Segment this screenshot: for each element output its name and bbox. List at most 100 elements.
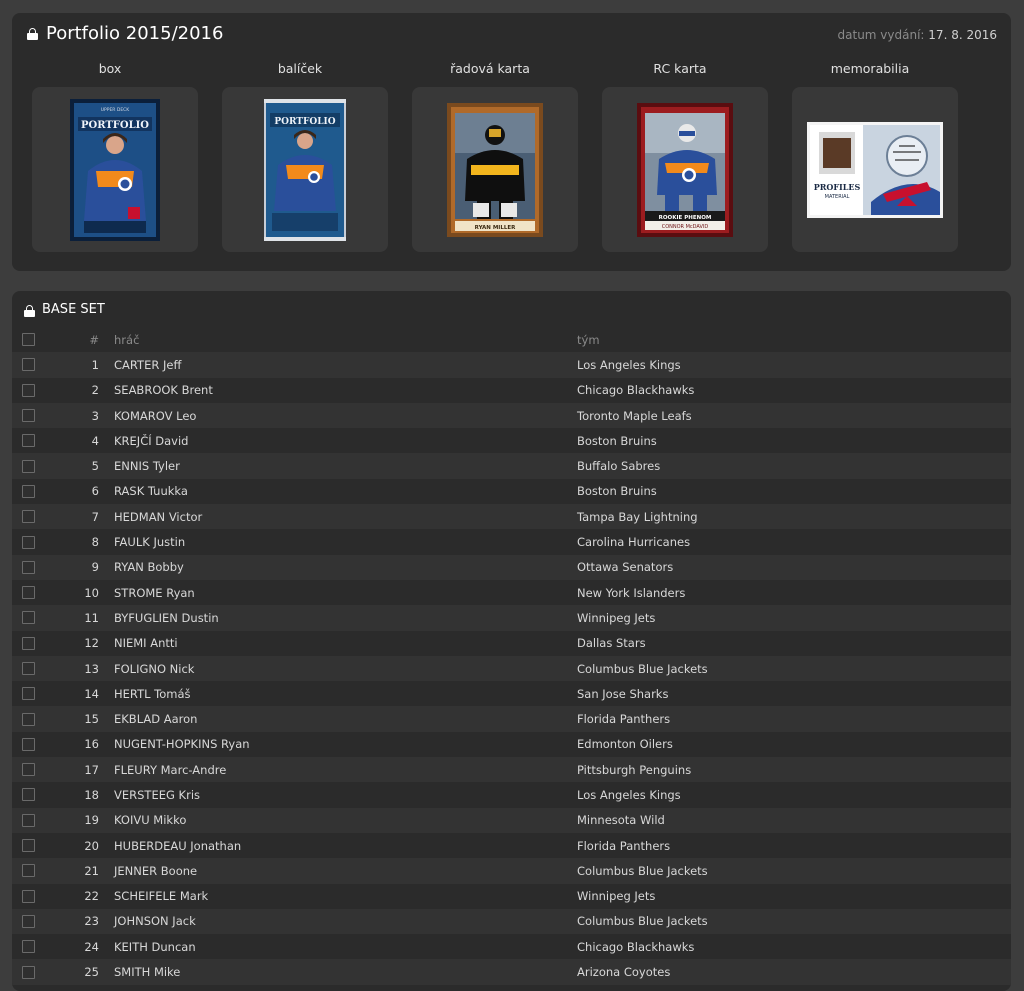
table-row[interactable]: 23 JOHNSON Jack Columbus Blue Jackets xyxy=(12,908,1011,935)
row-checkbox[interactable] xyxy=(22,813,35,827)
row-checkbox[interactable] xyxy=(22,409,35,423)
table-row[interactable]: 21 JENNER Boone Columbus Blue Jackets xyxy=(12,858,1011,884)
team-name: Dallas Stars xyxy=(577,636,646,651)
team-name: Pittsburgh Penguins xyxy=(577,762,692,777)
card-number: 9 xyxy=(91,560,99,575)
card-number: 25 xyxy=(84,965,99,980)
row-checkbox[interactable] xyxy=(22,459,35,473)
team-name: Carolina Hurricanes xyxy=(577,535,691,550)
row-checkbox[interactable] xyxy=(22,510,35,524)
set-header-panel: Portfolio 2015/2016 datum vydání: 17. 8.… xyxy=(12,13,1011,271)
table-row[interactable]: 4 KREJČÍ David Boston Bruins xyxy=(12,428,1011,454)
player-name: HEDMAN Victor xyxy=(114,509,203,524)
card-number: 6 xyxy=(91,484,99,499)
row-checkbox[interactable] xyxy=(22,889,35,903)
row-checkbox[interactable] xyxy=(22,636,35,650)
player-name: FAULK Justin xyxy=(114,535,186,550)
table-row[interactable]: 14 HERTL Tomáš San Jose Sharks xyxy=(12,681,1011,707)
table-row[interactable]: 8 FAULK Justin Carolina Hurricanes xyxy=(12,529,1011,555)
table-row[interactable]: 25 SMITH Mike Arizona Coyotes xyxy=(12,959,1011,985)
card-number: 16 xyxy=(84,737,99,752)
table-row[interactable]: 12 NIEMI Antti Dallas Stars xyxy=(12,630,1011,656)
table-row[interactable]: 6 RASK Tuukka Boston Bruins xyxy=(12,478,1011,505)
base-card-image-tile[interactable]: RYAN MILLER xyxy=(412,87,578,252)
player-name: ENNIS Tyler xyxy=(114,459,180,474)
card-number: 24 xyxy=(84,939,99,954)
svg-text:RYAN MILLER: RYAN MILLER xyxy=(475,225,516,231)
player-name: HERTL Tomáš xyxy=(114,686,191,701)
row-checkbox[interactable] xyxy=(22,383,35,397)
row-checkbox[interactable] xyxy=(22,434,35,448)
table-row[interactable]: 16 NUGENT-HOPKINS Ryan Edmonton Oilers xyxy=(12,731,1011,758)
memorabilia-image-tile[interactable]: PROFILES MATERIAL xyxy=(792,87,958,252)
svg-text:ROOKIE PHENOM: ROOKIE PHENOM xyxy=(659,215,712,221)
card-number: 2 xyxy=(91,383,99,398)
table-row[interactable]: 13 FOLIGNO Nick Columbus Blue Jackets xyxy=(12,655,1011,682)
team-name: Arizona Coyotes xyxy=(577,965,671,980)
card-number: 12 xyxy=(84,636,99,651)
table-row[interactable]: 24 KEITH Duncan Chicago Blackhawks xyxy=(12,934,1011,960)
row-checkbox[interactable] xyxy=(22,737,35,751)
table-row[interactable]: 18 VERSTEEG Kris Los Angeles Kings xyxy=(12,782,1011,808)
table-row[interactable]: 9 RYAN Bobby Ottawa Senators xyxy=(12,554,1011,580)
row-checkbox[interactable] xyxy=(22,914,35,928)
table-row[interactable]: 1 CARTER Jeff Los Angeles Kings xyxy=(12,352,1011,378)
table-row[interactable]: 2 SEABROOK Brent Chicago Blackhawks xyxy=(12,377,1011,403)
table-row[interactable]: 11 BYFUGLIEN Dustin Winnipeg Jets xyxy=(12,605,1011,631)
row-checkbox[interactable] xyxy=(22,864,35,878)
table-row[interactable]: 22 SCHEIFELE Mark Winnipeg Jets xyxy=(12,883,1011,909)
table-row[interactable]: 5 ENNIS Tyler Buffalo Sabres xyxy=(12,453,1011,479)
player-name: RASK Tuukka xyxy=(114,484,188,499)
table-row[interactable]: 7 HEDMAN Victor Tampa Bay Lightning xyxy=(12,504,1011,530)
svg-text:CONNOR McDAVID: CONNOR McDAVID xyxy=(662,224,709,230)
release-info: datum vydání: 17. 8. 2016 xyxy=(838,28,997,42)
category-label-base-card: řadová karta xyxy=(450,61,530,76)
svg-text:PORTFOLIO: PORTFOLIO xyxy=(274,117,335,127)
pack-image-tile[interactable]: PORTFOLIO xyxy=(222,87,388,252)
team-name: Chicago Blackhawks xyxy=(577,939,695,954)
base-card-image: RYAN MILLER xyxy=(447,102,543,237)
player-name: JENNER Boone xyxy=(114,863,198,878)
card-number: 18 xyxy=(84,787,99,802)
table-row[interactable]: 15 EKBLAD Aaron Florida Panthers xyxy=(12,706,1011,732)
player-name: RYAN Bobby xyxy=(114,560,184,575)
column-header-player: hráč xyxy=(114,332,140,347)
team-name: Minnesota Wild xyxy=(577,813,665,828)
player-name: JOHNSON Jack xyxy=(114,914,196,929)
card-number: 19 xyxy=(84,813,99,828)
row-checkbox[interactable] xyxy=(22,484,35,498)
player-name: STROME Ryan xyxy=(114,585,195,600)
row-checkbox[interactable] xyxy=(22,687,35,701)
row-checkbox[interactable] xyxy=(22,560,35,574)
row-checkbox[interactable] xyxy=(22,712,35,726)
card-number: 22 xyxy=(84,889,99,904)
row-checkbox[interactable] xyxy=(22,535,35,549)
row-checkbox[interactable] xyxy=(22,839,35,853)
team-name: Tampa Bay Lightning xyxy=(577,509,698,524)
row-checkbox[interactable] xyxy=(22,965,35,979)
row-checkbox[interactable] xyxy=(22,763,35,777)
hobby-box-image: UPPER DECK PORTFOLIO xyxy=(70,98,160,241)
select-all-checkbox[interactable] xyxy=(22,333,35,347)
table-row[interactable]: 3 KOMAROV Leo Toronto Maple Leafs xyxy=(12,402,1011,429)
row-checkbox[interactable] xyxy=(22,586,35,600)
memorabilia-card-image: PROFILES MATERIAL xyxy=(807,121,943,218)
row-checkbox[interactable] xyxy=(22,662,35,675)
table-row[interactable]: 19 KOIVU Mikko Minnesota Wild xyxy=(12,807,1011,833)
table-row[interactable]: 17 FLEURY Marc-Andre Pittsburgh Penguins xyxy=(12,757,1011,783)
team-name: Edmonton Oilers xyxy=(577,737,673,752)
row-checkbox[interactable] xyxy=(22,940,35,954)
player-name: EKBLAD Aaron xyxy=(114,712,198,727)
table-row[interactable]: 20 HUBERDEAU Jonathan Florida Panthers xyxy=(12,832,1011,859)
team-name: Los Angeles Kings xyxy=(577,787,681,802)
player-name: BYFUGLIEN Dustin xyxy=(114,610,219,625)
row-checkbox[interactable] xyxy=(22,611,35,625)
row-checkbox[interactable] xyxy=(22,358,35,372)
row-checkbox[interactable] xyxy=(22,788,35,802)
box-image-tile[interactable]: UPPER DECK PORTFOLIO xyxy=(32,87,198,252)
rc-card-image: ROOKIE PHENOM CONNOR McDAVID xyxy=(637,102,733,237)
player-name: KOMAROV Leo xyxy=(114,408,197,423)
table-row[interactable]: 10 STROME Ryan New York Islanders xyxy=(12,579,1011,606)
rc-card-image-tile[interactable]: ROOKIE PHENOM CONNOR McDAVID xyxy=(602,87,768,252)
team-name: Florida Panthers xyxy=(577,838,671,853)
